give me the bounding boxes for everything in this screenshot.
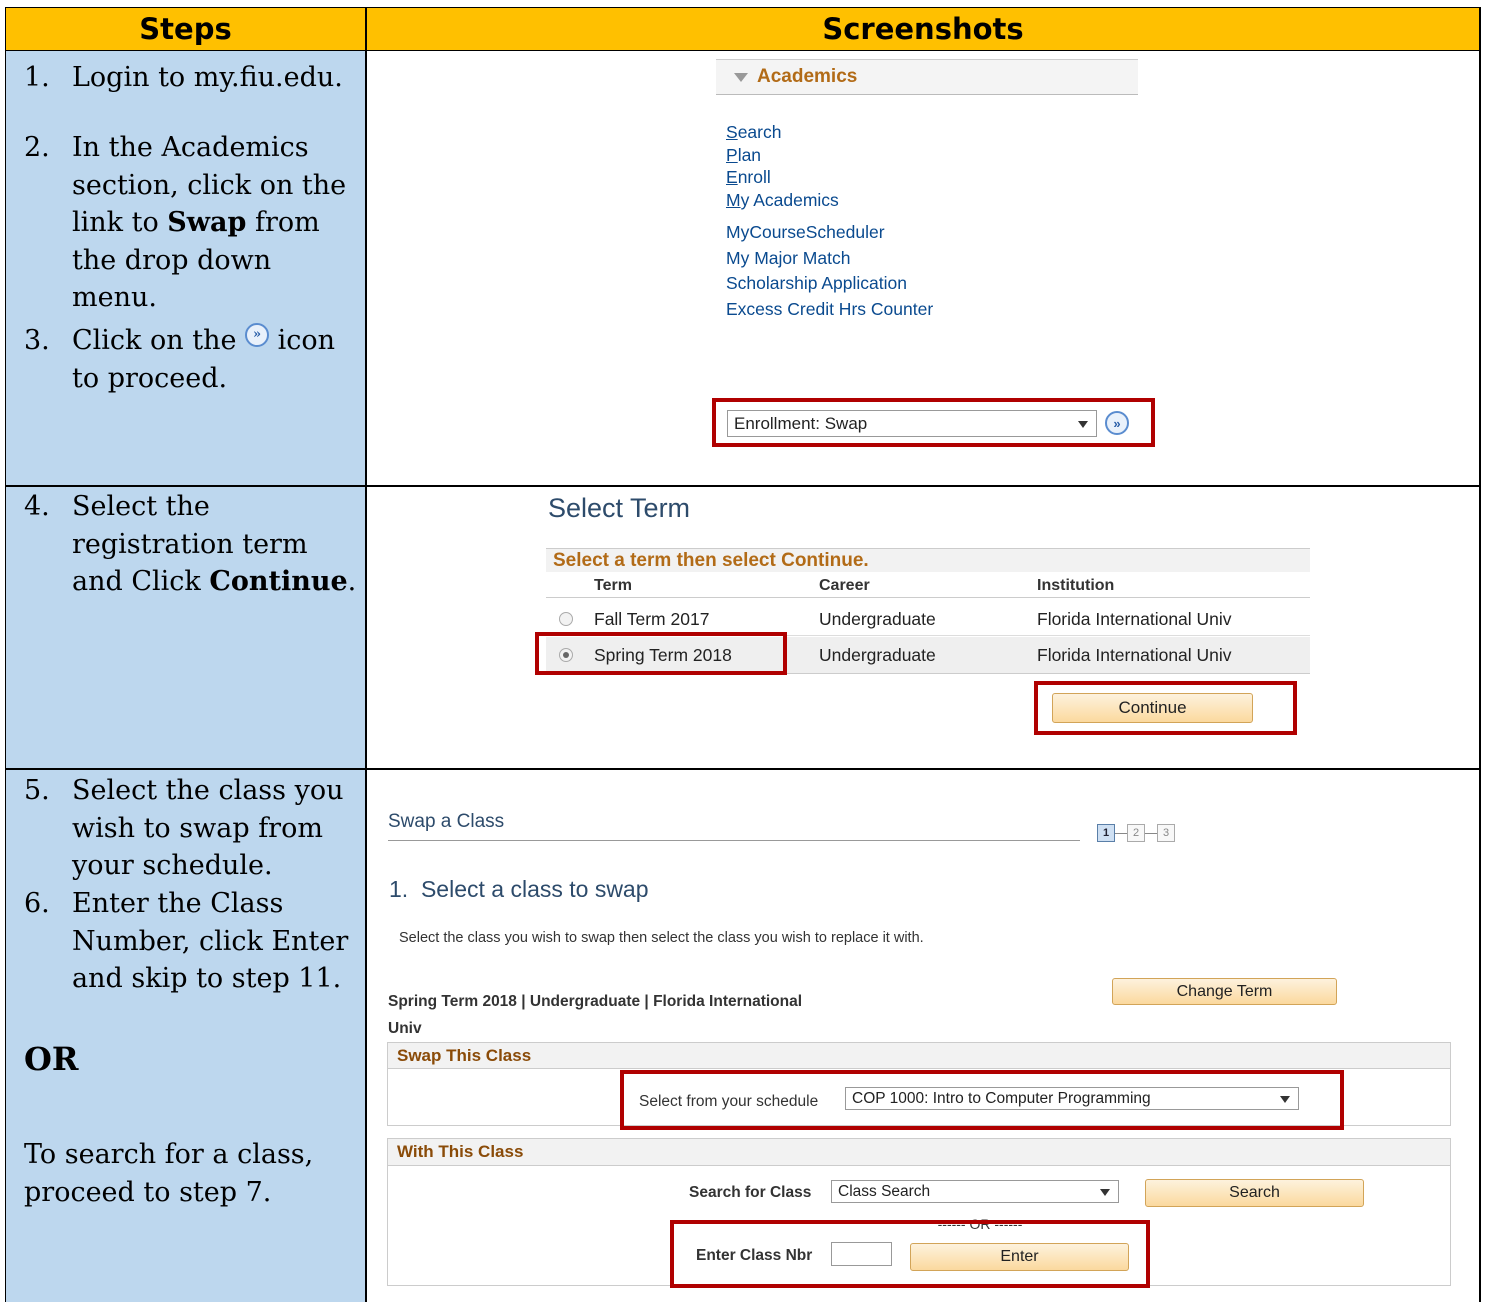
col-institution: Institution — [1037, 577, 1115, 594]
term-info: Spring Term 2018 | Undergraduate | Flori… — [388, 993, 803, 1037]
highlight-box — [535, 632, 787, 675]
table-row: Fall Term 2017 Undergraduate Florida Int… — [546, 601, 1310, 636]
collapse-triangle-icon — [734, 72, 748, 82]
search-note: To search for a class, proceed to step 7… — [24, 1139, 314, 1208]
highlight-box — [620, 1070, 1344, 1130]
class-search-select[interactable]: Class Search — [831, 1180, 1119, 1203]
link-enroll[interactable]: Enroll — [726, 166, 933, 189]
progress-step-1: 1 — [1097, 824, 1115, 842]
search-button[interactable]: Search — [1145, 1179, 1364, 1207]
progress-steps: 1 2 3 — [1097, 824, 1217, 846]
link-search[interactable]: Search — [726, 121, 933, 144]
change-term-button[interactable]: Change Term — [1112, 978, 1337, 1005]
highlight-box — [712, 398, 1155, 447]
chevron-down-icon — [1100, 1188, 1110, 1196]
with-this-class-header: With This Class — [388, 1139, 1450, 1166]
search-for-class-label: Search for Class — [689, 1184, 812, 1201]
proceed-icon: » — [245, 322, 270, 347]
academics-title: Academics — [757, 66, 858, 87]
radio-fall-2017[interactable] — [559, 612, 573, 626]
table-border — [5, 7, 6, 1302]
step-3: 3. Click on the » icon to proceed. — [24, 322, 364, 402]
link-mycoursescheduler[interactable]: MyCourseScheduler — [726, 220, 933, 246]
col-career: Career — [819, 577, 870, 594]
progress-step-2: 2 — [1127, 824, 1145, 842]
progress-step-3: 3 — [1157, 824, 1175, 842]
highlight-box — [670, 1220, 1150, 1288]
table-border — [1479, 7, 1481, 1302]
table-border — [5, 485, 1481, 487]
step-4: 4. Select the registration term and Clic… — [24, 491, 357, 597]
step-1: 1. Login to my.fiu.edu. — [24, 62, 343, 93]
swap-title: Swap a Class — [388, 811, 505, 832]
or-label: OR — [24, 1040, 79, 1078]
table-border — [5, 768, 1481, 770]
swap-title-rule — [388, 840, 1080, 841]
highlight-box — [1034, 681, 1297, 735]
swap-subtitle: 1. Select a class to swap — [389, 876, 649, 902]
link-my-academics[interactable]: My Academics — [726, 189, 933, 212]
table-border — [5, 7, 1481, 8]
link-plan[interactable]: Plan — [726, 144, 933, 167]
steps-header: Steps — [6, 8, 365, 50]
swap-this-class-header: Swap This Class — [388, 1043, 1450, 1069]
link-my-major-match[interactable]: My Major Match — [726, 246, 933, 272]
step-6: 6. Enter the Class Number, click Enter a… — [24, 888, 349, 994]
link-excess-credit-hrs-counter[interactable]: Excess Credit Hrs Counter — [726, 297, 933, 323]
term-grid-header: Select a term then select Continue. — [546, 548, 1310, 572]
academics-panel-header[interactable]: Academics — [716, 59, 1138, 95]
col-term: Term — [594, 577, 632, 594]
swap-instruction: Select the class you wish to swap then s… — [399, 930, 924, 946]
academics-links: Search Plan Enroll My Academics MyCourse… — [726, 121, 933, 322]
table-border — [365, 7, 367, 1302]
step-2: 2. In the Academics section, click on th… — [24, 132, 347, 313]
table-border — [5, 50, 1481, 51]
screenshots-header: Screenshots — [367, 8, 1479, 50]
step-5: 5. Select the class you wish to swap fro… — [24, 775, 344, 881]
link-scholarship-application[interactable]: Scholarship Application — [726, 271, 933, 297]
term-grid-columns: Term Career Institution — [546, 572, 1310, 598]
select-term-title: Select Term — [548, 493, 691, 523]
